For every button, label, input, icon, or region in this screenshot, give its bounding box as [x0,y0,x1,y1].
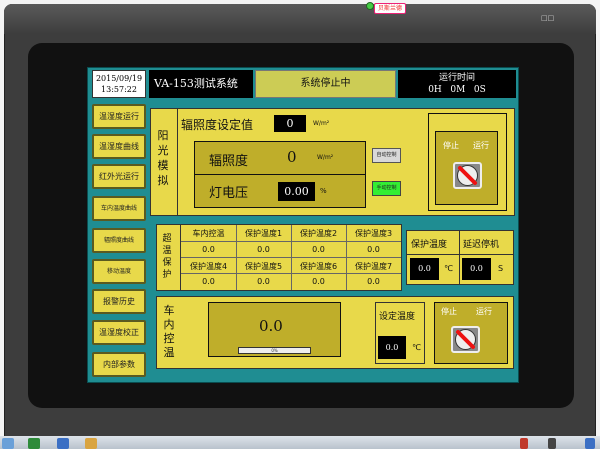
brand-badge: 贝斯兰德 [374,3,406,14]
start-icon[interactable] [2,438,14,449]
setpoint-unit: W/m² [313,120,330,127]
overtemp-side-label: 超 温 保 护 [162,234,172,280]
system-title: VA-153测试系统 [149,70,253,98]
solar-run-label: 运行 [473,141,489,150]
incar-run-label: 运行 [476,307,492,316]
table-cell[interactable]: 0.0 [236,277,291,286]
system-status: 系统停止中 [255,70,396,98]
solar-run-switch[interactable] [453,162,482,189]
delay-stop-unit: S [498,264,504,273]
table-cell[interactable]: 0.0 [346,245,401,254]
table-cell[interactable]: 0.0 [181,245,236,254]
lamp-voltage-value: 0.00 [278,182,315,201]
protect-temp-input[interactable]: 0.0 [410,258,439,280]
incar-run-switch[interactable] [451,326,480,353]
table-header: 保护温度3 [354,229,393,238]
tray-icon[interactable] [520,438,528,449]
set-temp-unit: ℃ [412,343,421,352]
app-icon[interactable] [28,438,40,449]
table-cell[interactable]: 0.0 [181,277,236,286]
tray-icon-2[interactable] [548,438,556,449]
delay-stop-input[interactable]: 0.0 [462,258,491,280]
lamp-voltage-label: 灯电压 [209,186,249,201]
table-header: 车内控温 [192,229,225,238]
nav-temp-humidity-run[interactable]: 温湿度运行 [92,104,146,129]
nav-internal-params[interactable]: 内部参数 [92,352,146,377]
table-cell[interactable]: 0.0 [236,245,291,254]
rotary-switch-icon [457,165,478,186]
irradiance-setpoint-input[interactable]: 0 [274,115,306,132]
set-temp-input[interactable]: 0.0 [378,336,406,359]
irradiance-setpoint-label: 辐照度设定值 [181,118,254,132]
irradiance-value: 0 [287,148,297,166]
solar-side-label: 阳 光 模 拟 [157,129,169,187]
protect-temp-label: 保护温度 [411,240,448,250]
table-header: 保护温度1 [244,229,283,238]
brand-logo-icon [366,2,374,10]
table-header: 保护温度5 [244,262,283,271]
browser-icon[interactable] [57,438,69,449]
irradiance-unit: W/m² [317,154,334,161]
nav-incar-temp-curve[interactable]: 车内温度曲线 [92,196,146,221]
incar-stop-label: 停止 [441,307,457,316]
table-cell[interactable]: 0.0 [291,245,346,254]
incar-temp-value: 0.0 [259,317,283,335]
nav-mobile-temp[interactable]: 移动温度 [92,259,146,284]
protect-divider-h [407,254,513,255]
hmi-screen: 2015/09/19 13:57:22 VA-153测试系统 系统停止中 运行时… [87,67,519,383]
table-cell[interactable]: 0.0 [291,277,346,286]
set-temp-label: 设定温度 [379,312,416,322]
nav-infrared-run[interactable]: 红外光运行 [92,164,146,189]
lamp-voltage-unit: % [320,187,327,195]
runtime-label: 运行时间 [438,73,475,83]
time-text: 13:57:22 [101,85,137,94]
runtime-display: 运行时间 0H 0M 0S [398,70,516,98]
rotary-switch-icon [455,329,476,350]
table-header: 保护温度6 [299,262,338,271]
datetime-display: 2015/09/19 13:57:22 [92,70,146,98]
protect-temp-unit: ℃ [444,264,453,273]
date-text: 2015/09/19 [95,74,143,83]
table-header: 保护温度4 [189,262,228,271]
delay-stop-label: 延迟停机 [463,240,500,250]
table-header: 保护温度7 [354,262,393,271]
bezel-gloss [4,4,596,34]
solar-stop-label: 停止 [443,141,459,150]
nav-temp-humidity-calibration[interactable]: 温湿度校正 [92,320,146,345]
auto-control-button[interactable]: 自动控制 [372,148,401,163]
readout-divider [195,174,365,175]
incar-side-label: 车 内 控 温 [163,304,175,359]
runtime-value: 0H 0M 0S [428,85,486,95]
incar-progress-bar: 0% [238,347,311,354]
table-cell[interactable]: 0.0 [346,277,401,286]
solar-divider [177,109,178,215]
tray-icon-3[interactable] [585,438,595,449]
nav-alarm-history[interactable]: 报警历史 [92,289,146,314]
table-header: 保护温度2 [299,229,338,238]
nav-irradiance-curve[interactable]: 辐照度曲线 [92,228,146,253]
nav-temp-humidity-curve[interactable]: 温湿度曲线 [92,134,146,159]
irradiance-label: 辐照度 [209,154,249,169]
manual-control-button[interactable]: 手动控制 [372,181,401,196]
window-control-icon[interactable]: □□ [541,15,554,22]
folder-icon[interactable] [85,438,97,449]
protect-divider [459,231,460,284]
